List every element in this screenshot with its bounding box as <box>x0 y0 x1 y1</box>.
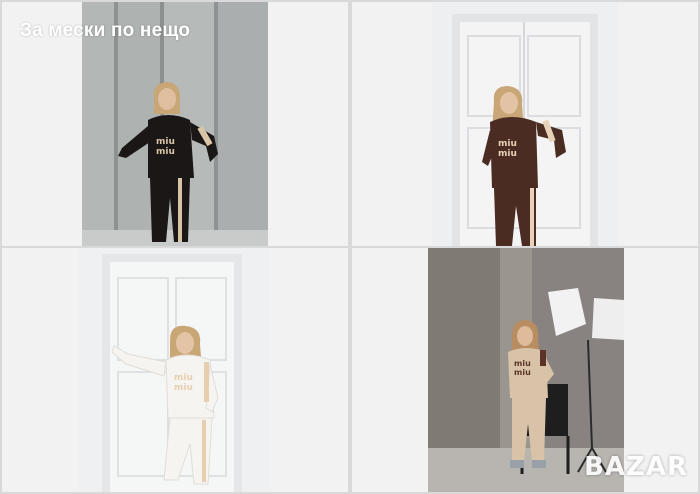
svg-text:miu: miu <box>156 137 175 147</box>
photo-tile-4[interactable]: miu miu BAZAR <box>352 248 698 492</box>
svg-text:miu: miu <box>498 149 517 159</box>
photo-2: miu miu <box>432 2 618 246</box>
svg-text:miu: miu <box>514 359 531 368</box>
bazar-watermark: BAZAR <box>584 452 688 482</box>
svg-text:miu: miu <box>174 383 193 393</box>
photo-3: miu miu <box>78 248 270 492</box>
gallery-caption: За мески по нещо <box>20 20 191 41</box>
photo-2-image: miu miu <box>432 2 618 246</box>
photo-3-image: miu miu <box>78 248 270 492</box>
svg-text:miu: miu <box>156 147 175 157</box>
photo-tile-3[interactable]: miu miu <box>2 248 348 492</box>
photo-tile-2[interactable]: miu miu <box>352 2 698 246</box>
photo-grid: miu miu За мески по нещо miu miu miu miu… <box>2 2 698 492</box>
photo-tile-1[interactable]: miu miu За мески по нещо <box>2 2 348 246</box>
svg-text:miu: miu <box>498 139 517 149</box>
svg-text:miu: miu <box>174 373 193 383</box>
svg-text:miu: miu <box>514 368 531 377</box>
